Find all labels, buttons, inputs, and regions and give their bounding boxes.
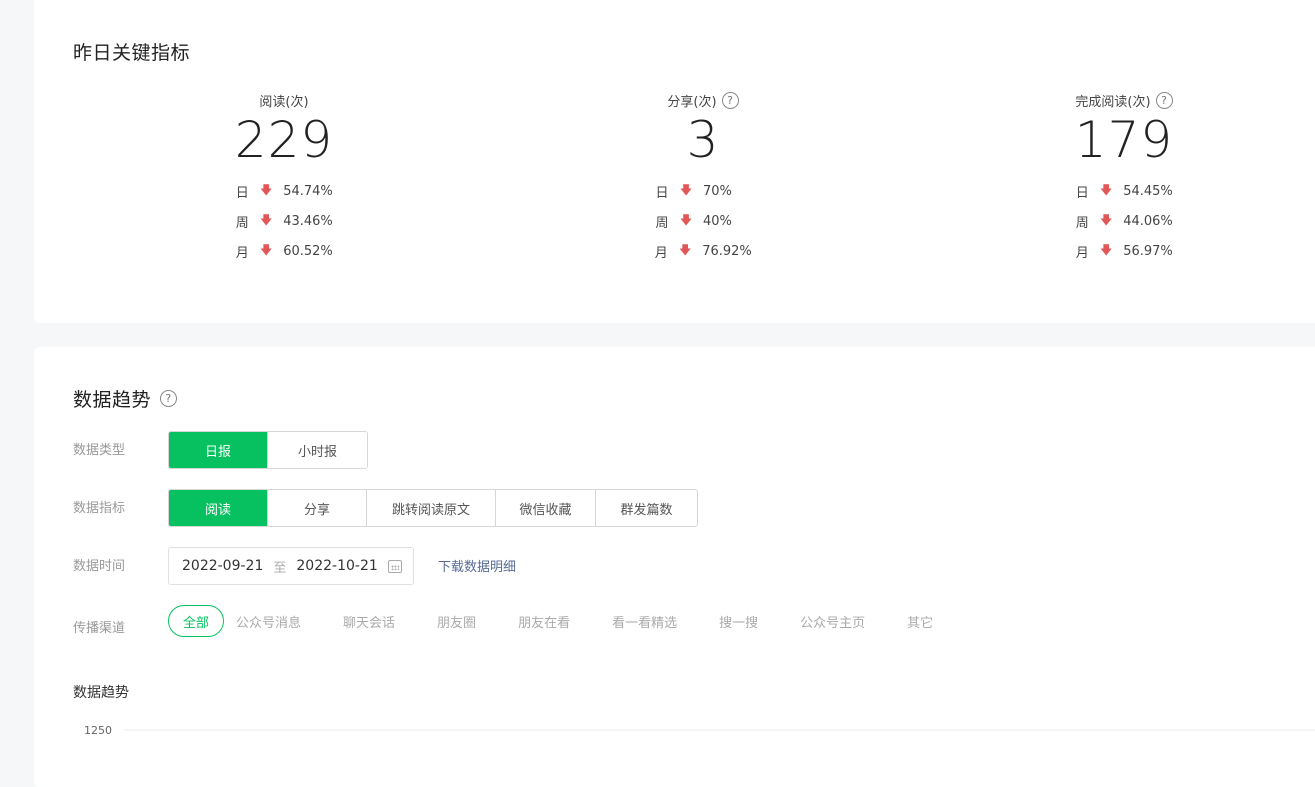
metric-change-row: 月 🡇 76.92%: [603, 236, 803, 266]
change-period: 月: [235, 245, 249, 261]
channel-option[interactable]: 公众号消息: [236, 605, 301, 637]
data-trend-card: 数据趋势 ? 数据类型 日报 小时报 数据指标 阅读 分享 跳转阅读原文 微信收藏 群发篇…: [34, 347, 1315, 787]
download-data-detail-link[interactable]: 下载数据明细: [438, 556, 516, 575]
trend-chart: 1250: [84, 724, 1315, 737]
start-date[interactable]: 2022-09-21: [182, 558, 263, 574]
channel-option[interactable]: 朋友圈: [437, 605, 476, 637]
data-metric-toggle: 阅读 分享 跳转阅读原文 微信收藏 群发篇数: [168, 489, 698, 527]
arrow-down-icon: 🡇: [679, 242, 692, 257]
channel-option[interactable]: 公众号主页: [800, 605, 865, 637]
help-icon[interactable]: ?: [160, 390, 178, 407]
channel-option[interactable]: 搜一搜: [719, 605, 758, 637]
metric-label-text: 阅读(次): [259, 94, 309, 110]
change-percent: 70%: [703, 183, 732, 199]
change-percent: 54.45%: [1123, 183, 1173, 199]
arrow-down-icon: 🡇: [1100, 212, 1113, 227]
metric-change-row: 周 🡇 40%: [603, 206, 803, 236]
metric-value: 179: [1074, 111, 1174, 169]
data-type-option[interactable]: 小时报: [268, 432, 367, 468]
metric-change-row: 周 🡇 43.46%: [184, 206, 384, 236]
data-trend-heading: 数据趋势 ?: [73, 385, 178, 412]
channel-option[interactable]: 看一看精选: [612, 605, 677, 637]
metric-change-row: 日 🡇 70%: [603, 176, 803, 206]
metric-label-text: 完成阅读(次): [1075, 94, 1151, 110]
change-period: 周: [655, 215, 669, 231]
channel-label: 传播渠道: [73, 621, 126, 636]
metric-label: 分享(次)?: [603, 90, 803, 110]
change-percent: 56.97%: [1123, 243, 1173, 259]
metric-label: 完成阅读(次)?: [1024, 90, 1224, 110]
date-range-picker[interactable]: 2022-09-21 至 2022-10-21: [168, 547, 414, 585]
arrow-down-icon: 🡇: [1100, 182, 1113, 197]
change-period: 日: [1075, 185, 1089, 201]
change-percent: 54.74%: [283, 183, 333, 199]
calendar-icon[interactable]: [388, 560, 402, 573]
metric-change-row: 月 🡇 60.52%: [184, 236, 384, 266]
arrow-down-icon: 🡇: [679, 182, 693, 197]
data-time-label: 数据时间: [73, 559, 126, 574]
metric-change-row: 月 🡇 56.97%: [1024, 236, 1224, 266]
change-percent: 60.52%: [283, 243, 333, 259]
metric-card: 阅读(次) 229 日 🡇 54.74% 周 🡇 43.46% 月 🡇 60.52%: [184, 90, 384, 266]
change-period: 周: [1075, 215, 1089, 231]
data-metric-option[interactable]: 微信收藏: [496, 490, 596, 526]
key-metrics-card: 昨日关键指标 阅读(次) 229 日 🡇 54.74% 周 🡇 43.46% 月 🡇 60.52% 分…: [34, 0, 1315, 323]
data-metric-option[interactable]: 阅读: [169, 490, 268, 526]
arrow-down-icon: 🡇: [260, 242, 273, 257]
metric-change-list: 日 🡇 54.74% 周 🡇 43.46% 月 🡇 60.52%: [184, 176, 384, 266]
change-percent: 76.92%: [702, 243, 752, 259]
data-metric-option[interactable]: 跳转阅读原文: [367, 490, 496, 526]
help-icon[interactable]: ?: [1155, 91, 1173, 109]
arrow-down-icon: 🡇: [1100, 242, 1113, 257]
metric-change-list: 日 🡇 70% 周 🡇 40% 月 🡇 76.92%: [603, 176, 803, 266]
channel-option[interactable]: 聊天会话: [343, 605, 395, 637]
metric-card: 完成阅读(次)? 179 日 🡇 54.45% 周 🡇 44.06% 月 🡇 56.97%: [1024, 90, 1224, 266]
data-metric-option[interactable]: 分享: [268, 490, 367, 526]
end-date[interactable]: 2022-10-21: [296, 558, 377, 574]
arrow-down-icon: 🡇: [260, 212, 273, 227]
change-percent: 44.06%: [1123, 213, 1173, 229]
change-percent: 40%: [703, 213, 732, 229]
channel-option[interactable]: 朋友在看: [518, 605, 570, 637]
y-tick-label: 1250: [84, 724, 112, 737]
channel-option[interactable]: 全部: [168, 605, 225, 637]
data-metric-label: 数据指标: [73, 501, 126, 516]
metric-card: 分享(次)? 3 日 🡇 70% 周 🡇 40% 月 🡇 76.92%: [603, 90, 803, 266]
channel-option[interactable]: 其它: [907, 605, 933, 637]
metric-change-row: 日 🡇 54.45%: [1024, 176, 1224, 206]
channel-filter: 全部 公众号消息 聊天会话 朋友圈 朋友在看 看一看精选 搜一搜 公众号主页 其它: [168, 605, 975, 637]
change-period: 周: [235, 215, 249, 231]
change-period: 日: [235, 185, 249, 201]
change-period: 日: [655, 185, 669, 201]
metric-change-row: 周 🡇 44.06%: [1024, 206, 1224, 236]
help-icon[interactable]: ?: [721, 91, 739, 109]
data-trend-title: 数据趋势: [73, 389, 152, 411]
change-period: 月: [1075, 245, 1089, 261]
data-type-option[interactable]: 日报: [169, 432, 268, 468]
metric-label: 阅读(次): [184, 90, 384, 110]
arrow-down-icon: 🡇: [679, 212, 693, 227]
data-type-label: 数据类型: [73, 443, 126, 458]
chart-title: 数据趋势: [73, 685, 129, 701]
metric-change-list: 日 🡇 54.45% 周 🡇 44.06% 月 🡇 56.97%: [1024, 176, 1224, 266]
change-percent: 43.46%: [283, 213, 333, 229]
metric-value: 229: [234, 111, 334, 169]
metric-value: 3: [686, 111, 720, 169]
key-metrics-title: 昨日关键指标: [73, 42, 191, 64]
change-period: 月: [654, 245, 668, 261]
metric-label-text: 分享(次): [667, 94, 717, 110]
date-separator: 至: [273, 560, 287, 576]
metric-change-row: 日 🡇 54.74%: [184, 176, 384, 206]
data-metric-option[interactable]: 群发篇数: [596, 490, 697, 526]
data-type-toggle: 日报 小时报: [168, 431, 368, 469]
arrow-down-icon: 🡇: [260, 182, 273, 197]
